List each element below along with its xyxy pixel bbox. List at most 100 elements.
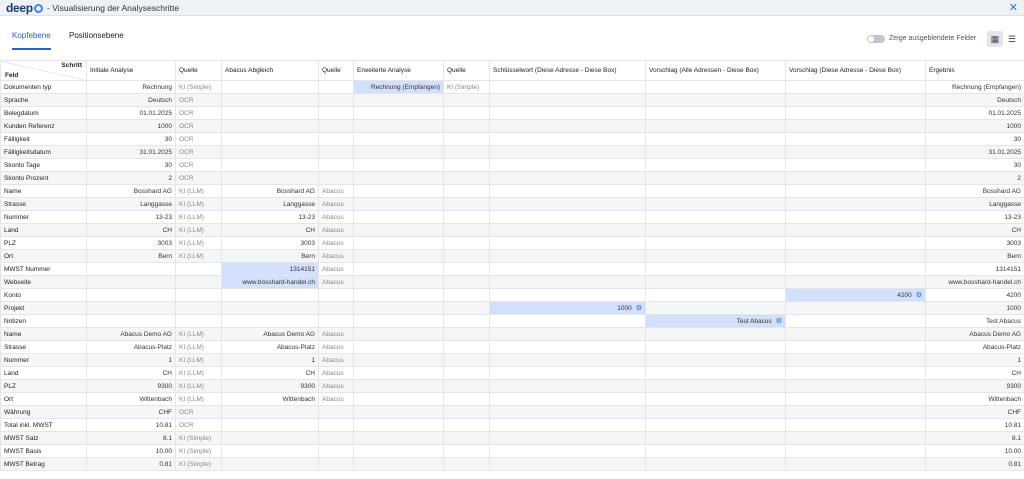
cell-source-2 bbox=[318, 405, 354, 419]
cell-source-1-text: OCR bbox=[179, 174, 194, 182]
cell-initial-text: 30 bbox=[164, 161, 172, 169]
cell-source-1-text: KI (Simple) bbox=[179, 447, 212, 455]
cell-source-1 bbox=[175, 301, 222, 315]
cell-source-2: Abacus bbox=[318, 275, 354, 289]
col-source-1: Quelle bbox=[175, 60, 222, 81]
cell-result: Bern bbox=[925, 249, 1024, 263]
cell-keyword bbox=[489, 366, 646, 380]
cell-abacus-text: 9300 bbox=[300, 382, 315, 390]
cell-initial: Bosshard AG bbox=[86, 184, 176, 198]
header-row: Schritt Feld Initiale Analyse Quelle Aba… bbox=[0, 60, 1024, 81]
cell-suggestion-this bbox=[785, 236, 926, 250]
settings-gear-icon[interactable]: ⚙ bbox=[636, 304, 642, 312]
cell-initial-text: 0.81 bbox=[159, 460, 172, 468]
row-field-text: Dokumenten typ bbox=[4, 83, 52, 91]
cell-extended bbox=[353, 366, 444, 380]
cell-initial-text: Abacus Demo AG bbox=[120, 330, 172, 338]
row-field-text: Name bbox=[4, 330, 22, 338]
cell-suggestion-this bbox=[785, 171, 926, 185]
cell-suggestion-all bbox=[645, 184, 786, 198]
cell-source-3 bbox=[443, 366, 490, 380]
cell-initial-text: 2 bbox=[168, 174, 172, 182]
row-field: Name bbox=[0, 184, 87, 198]
cell-initial: 30 bbox=[86, 132, 176, 146]
cell-abacus bbox=[221, 106, 319, 120]
table-row: Strasse Langgasse KI (LLM) Langgasse Abacus L… bbox=[0, 197, 1024, 211]
cell-source-1: KI (Simple) bbox=[175, 431, 222, 445]
cell-suggestion-this bbox=[785, 301, 926, 315]
cell-result: 10.81 bbox=[925, 418, 1024, 432]
cell-initial bbox=[86, 275, 176, 289]
cell-result: www.bosshard-handel.ch bbox=[925, 275, 1024, 289]
cell-result-text: Deutsch bbox=[997, 96, 1021, 104]
cell-source-2-text: Abacus bbox=[322, 200, 344, 208]
cell-source-2 bbox=[318, 80, 354, 94]
cell-keyword bbox=[489, 340, 646, 354]
row-field-text: Land bbox=[4, 226, 19, 234]
cell-result-text: 01.01.2025 bbox=[988, 109, 1021, 117]
row-field-text: MWST Betrag bbox=[4, 460, 45, 468]
show-hidden-fields-toggle[interactable] bbox=[867, 35, 885, 43]
row-field-text: Strasse bbox=[4, 200, 27, 208]
settings-gear-icon[interactable]: ⚙ bbox=[916, 291, 922, 299]
cell-source-2-text: Abacus bbox=[322, 343, 344, 351]
cell-initial: 10.00 bbox=[86, 444, 176, 458]
cell-result-text: 1000 bbox=[1006, 304, 1021, 312]
cell-source-1: OCR bbox=[175, 93, 222, 107]
tab-kopfebene[interactable]: Kopfebene bbox=[12, 28, 51, 50]
cell-source-1-text: KI (LLM) bbox=[179, 187, 204, 195]
cell-suggestion-this bbox=[785, 457, 926, 471]
row-field-text: Sprache bbox=[4, 96, 29, 104]
close-icon[interactable]: ✕ bbox=[1009, 1, 1018, 14]
row-field-text: Konto bbox=[4, 291, 21, 299]
cell-source-2 bbox=[318, 418, 354, 432]
cell-result-text: 9300 bbox=[1006, 382, 1021, 390]
cell-initial: 9300 bbox=[86, 379, 176, 393]
table-row: Fälligkeitsdatum 31.01.2025 OCR 31.01.2025 bbox=[0, 145, 1024, 159]
cell-source-2 bbox=[318, 288, 354, 302]
row-field: Webseite bbox=[0, 275, 87, 289]
grid-view-icon[interactable]: ▦ bbox=[987, 31, 1003, 47]
table-row: Name Bosshard AG KI (LLM) Bosshard AG Abacus… bbox=[0, 184, 1024, 198]
cell-source-1-text: KI (LLM) bbox=[179, 200, 204, 208]
cell-abacus: CH bbox=[221, 366, 319, 380]
table-row: Nummer 1 KI (LLM) 1 Abacus 1 bbox=[0, 353, 1024, 367]
cell-source-1-text: KI (Simple) bbox=[179, 434, 212, 442]
row-field: Nummer bbox=[0, 210, 87, 224]
table-row: MWST Basis 10.00 KI (Simple) 10.00 bbox=[0, 444, 1024, 458]
cell-source-1: KI (LLM) bbox=[175, 197, 222, 211]
cell-source-3 bbox=[443, 184, 490, 198]
cell-abacus bbox=[221, 457, 319, 471]
cell-initial: Abacus Demo AG bbox=[86, 327, 176, 341]
row-field-text: Nummer bbox=[4, 356, 29, 364]
title-bar: deep - Visualisierung der Analyseschritt… bbox=[0, 0, 1024, 16]
cell-suggestion-this bbox=[785, 314, 926, 328]
cell-initial: 10.81 bbox=[86, 418, 176, 432]
cell-abacus: 13-23 bbox=[221, 210, 319, 224]
col-keyword: Schlüsselwort (Diese Adresse - Diese Box… bbox=[489, 60, 646, 81]
cell-abacus bbox=[221, 93, 319, 107]
settings-gear-icon[interactable]: ⚙ bbox=[776, 317, 782, 325]
cell-suggestion-all: Test Abacus ⚙ bbox=[645, 314, 786, 328]
cell-source-1: OCR bbox=[175, 132, 222, 146]
cell-result: Test Abacus bbox=[925, 314, 1024, 328]
cell-initial-text: CH bbox=[162, 226, 172, 234]
tab-positionsebene[interactable]: Positionsebene bbox=[69, 28, 124, 50]
cell-source-1-text: OCR bbox=[179, 421, 194, 429]
cell-extended bbox=[353, 132, 444, 146]
table-row: Sprache Deutsch OCR Deutsch bbox=[0, 93, 1024, 107]
cell-initial-text: 1000 bbox=[157, 122, 172, 130]
cell-abacus-text: Abacus-Platz bbox=[276, 343, 315, 351]
cell-suggestion-this bbox=[785, 132, 926, 146]
cell-initial: 2 bbox=[86, 171, 176, 185]
cell-abacus bbox=[221, 405, 319, 419]
table-row: Strasse Abacus-Platz KI (LLM) Abacus-Platz A… bbox=[0, 340, 1024, 354]
cell-result-text: Wittenbach bbox=[988, 395, 1021, 403]
cell-suggestion-all bbox=[645, 366, 786, 380]
row-field-text: Belegdatum bbox=[4, 109, 39, 117]
cell-source-3 bbox=[443, 379, 490, 393]
cell-source-2-text: Abacus bbox=[322, 239, 344, 247]
list-view-icon[interactable]: ☰ bbox=[1004, 31, 1020, 47]
cell-keyword bbox=[489, 418, 646, 432]
cell-suggestion-this bbox=[785, 379, 926, 393]
